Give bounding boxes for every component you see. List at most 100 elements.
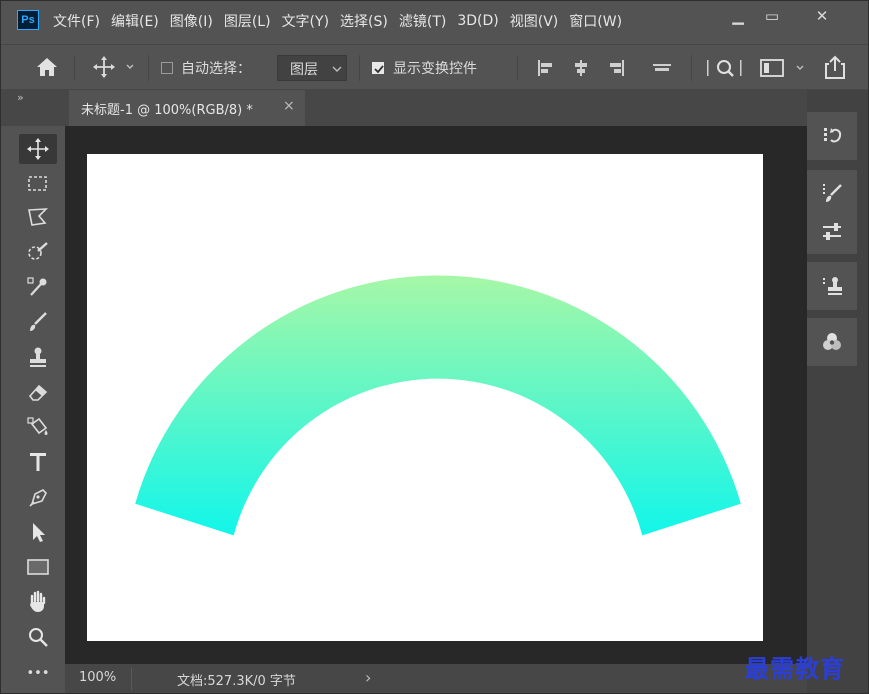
menu-edit[interactable]: 编辑(E) — [111, 11, 159, 31]
menu-filter[interactable]: 滤镜(T) — [399, 11, 446, 31]
adjustments-button[interactable] — [807, 212, 857, 252]
zoom-icon — [29, 628, 48, 647]
separator — [148, 55, 149, 81]
status-info-arrow[interactable]: › — [365, 668, 371, 687]
brush-settings-icon — [823, 184, 842, 202]
paint-bucket-icon — [27, 417, 48, 435]
maximize-icon: ▭ — [764, 7, 780, 25]
eyedropper-tool[interactable] — [19, 272, 57, 302]
polygonal-lasso-icon — [28, 208, 49, 226]
brush-settings-button[interactable] — [807, 172, 857, 212]
menu-layer[interactable]: 图层(L) — [224, 11, 271, 31]
separator — [691, 55, 692, 81]
arrow-cursor-icon — [33, 523, 45, 542]
menu-window[interactable]: 窗口(W) — [569, 11, 622, 31]
separator — [74, 55, 75, 81]
brush-icon — [30, 312, 47, 331]
chevron-down-icon — [126, 64, 134, 69]
type-tool[interactable] — [19, 447, 57, 477]
search-icon[interactable] — [705, 56, 745, 80]
menu-3d[interactable]: 3D(D) — [457, 13, 498, 29]
checkmark-icon — [374, 65, 384, 74]
lasso-tool[interactable] — [19, 202, 57, 232]
canvas-area — [65, 126, 807, 664]
pen-icon — [29, 489, 47, 507]
quick-select-tool[interactable] — [19, 237, 57, 267]
separator — [131, 668, 132, 690]
home-icon — [37, 58, 57, 76]
type-icon — [30, 453, 46, 471]
align-top-icon[interactable] — [651, 58, 673, 78]
eyedropper-icon — [27, 277, 47, 296]
move-icon — [27, 138, 49, 160]
maximize-button[interactable]: ▭ — [755, 3, 789, 29]
zoom-tool[interactable] — [19, 622, 57, 652]
tab-untitled-1[interactable]: 未标题-1 @ 100%(RGB/8) * × — [69, 90, 305, 126]
adjustments-icon — [823, 223, 841, 240]
menu-file[interactable]: 文件(F) — [53, 11, 100, 31]
history-panel-button[interactable] — [807, 116, 857, 156]
right-panel-dock — [807, 90, 868, 693]
clone-source-icon — [823, 277, 842, 295]
marquee-icon — [28, 176, 47, 191]
menu-items: 文件(F) 编辑(E) 图像(I) 图层(L) 文字(Y) 选择(S) 滤镜(T… — [53, 1, 633, 41]
chevron-down-icon — [796, 65, 804, 70]
home-button[interactable] — [35, 56, 59, 82]
brush-tool[interactable] — [19, 307, 57, 337]
document-info: 文档:527.3K/0 字节 — [177, 674, 296, 689]
paint-bucket-tool[interactable] — [19, 412, 57, 442]
photoshop-window: Ps 文件(F) 编辑(E) 图像(I) 图层(L) 文字(Y) 选择(S) 滤… — [0, 0, 869, 694]
zoom-level[interactable]: 100% — [79, 670, 116, 685]
auto-select-checkbox[interactable] — [161, 62, 173, 74]
tab-title: 未标题-1 @ 100%(RGB/8) * — [81, 103, 253, 118]
separator — [359, 55, 360, 81]
align-right-icon[interactable] — [607, 58, 627, 78]
brush-panel-group — [807, 170, 857, 254]
eraser-icon — [28, 384, 48, 401]
move-tool-preset[interactable] — [93, 56, 137, 82]
clone-stamp-tool[interactable] — [19, 342, 57, 372]
align-center-icon[interactable] — [571, 58, 591, 78]
gradient-arc-shape[interactable] — [87, 154, 763, 641]
menu-type[interactable]: 文字(Y) — [282, 11, 329, 31]
rectangle-tool[interactable] — [19, 552, 57, 582]
stamp-icon — [30, 347, 46, 367]
workspace-icon[interactable] — [759, 57, 811, 79]
close-icon: ✕ — [815, 7, 829, 25]
menu-view[interactable]: 视图(V) — [510, 11, 559, 31]
rectangle-icon — [27, 559, 49, 575]
tools-panel: ••• — [13, 126, 63, 693]
marquee-tool[interactable] — [19, 169, 57, 199]
3d-panel-group — [807, 318, 857, 366]
hand-tool[interactable] — [19, 587, 57, 617]
minimize-button[interactable]: ▁ — [721, 3, 755, 29]
menu-bar: Ps 文件(F) 编辑(E) 图像(I) 图层(L) 文字(Y) 选择(S) 滤… — [1, 1, 868, 41]
show-transform-checkbox[interactable] — [372, 62, 384, 74]
watermark: 最需教育 — [745, 654, 845, 683]
move-tool[interactable] — [19, 134, 57, 164]
minimize-icon: ▁ — [732, 7, 744, 25]
align-left-icon[interactable] — [535, 58, 555, 78]
menu-image[interactable]: 图像(I) — [170, 11, 213, 31]
document-canvas[interactable] — [87, 154, 763, 641]
clone-source-button[interactable] — [807, 266, 857, 306]
eraser-tool[interactable] — [19, 377, 57, 407]
move-icon — [93, 56, 134, 78]
status-bar: 100% 文档:527.3K/0 字节 › — [65, 664, 807, 693]
path-selection-tool[interactable] — [19, 517, 57, 547]
pen-tool[interactable] — [19, 482, 57, 512]
layer-dropdown[interactable]: 图层 — [277, 55, 347, 81]
app-logo[interactable]: Ps — [17, 10, 39, 30]
3d-material-button[interactable] — [807, 322, 857, 362]
arc-band — [135, 275, 741, 536]
collapse-left-icon[interactable]: » — [17, 91, 24, 104]
show-transform-label: 显示变换控件 — [393, 61, 477, 77]
more-tools[interactable]: ••• — [19, 658, 57, 688]
share-icon[interactable] — [823, 55, 847, 81]
tab-close-icon[interactable]: × — [283, 98, 295, 114]
document-tab-strip: » « 未标题-1 @ 100%(RGB/8) * × — [1, 90, 868, 126]
close-button[interactable]: ✕ — [805, 3, 839, 29]
hand-icon — [30, 590, 46, 612]
history-icon — [824, 128, 842, 143]
menu-select[interactable]: 选择(S) — [340, 11, 388, 31]
